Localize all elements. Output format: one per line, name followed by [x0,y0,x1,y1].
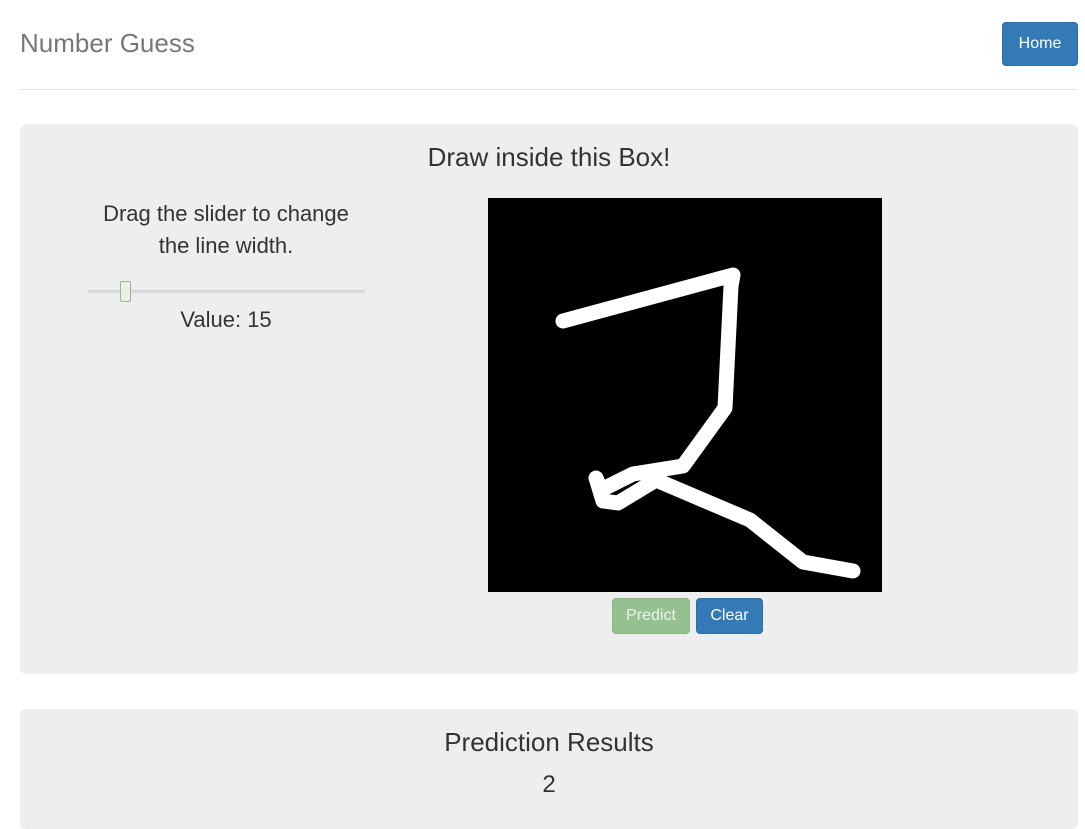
clear-button[interactable]: Clear [696,598,763,634]
drawing-canvas[interactable] [488,198,882,592]
draw-panel: Draw inside this Box! Drag the slider to… [20,124,1078,674]
page-header: Number Guess Home [20,0,1078,90]
predict-button[interactable]: Predict [612,598,690,634]
slider-instructions: Drag the slider to change the line width… [103,201,349,258]
results-panel-title: Prediction Results [444,727,654,757]
drawn-stroke [555,267,861,579]
results-panel: Prediction Results 2 [20,709,1078,829]
line-width-slider-thumb[interactable] [120,281,131,302]
prediction-value: 2 [542,771,556,798]
draw-panel-title: Draw inside this Box! [427,142,671,172]
drawing-strokes [555,267,861,579]
home-button[interactable]: Home [1002,22,1078,66]
brand-title[interactable]: Number Guess [20,28,195,58]
slider-value-label: Value: 15 [180,307,272,332]
